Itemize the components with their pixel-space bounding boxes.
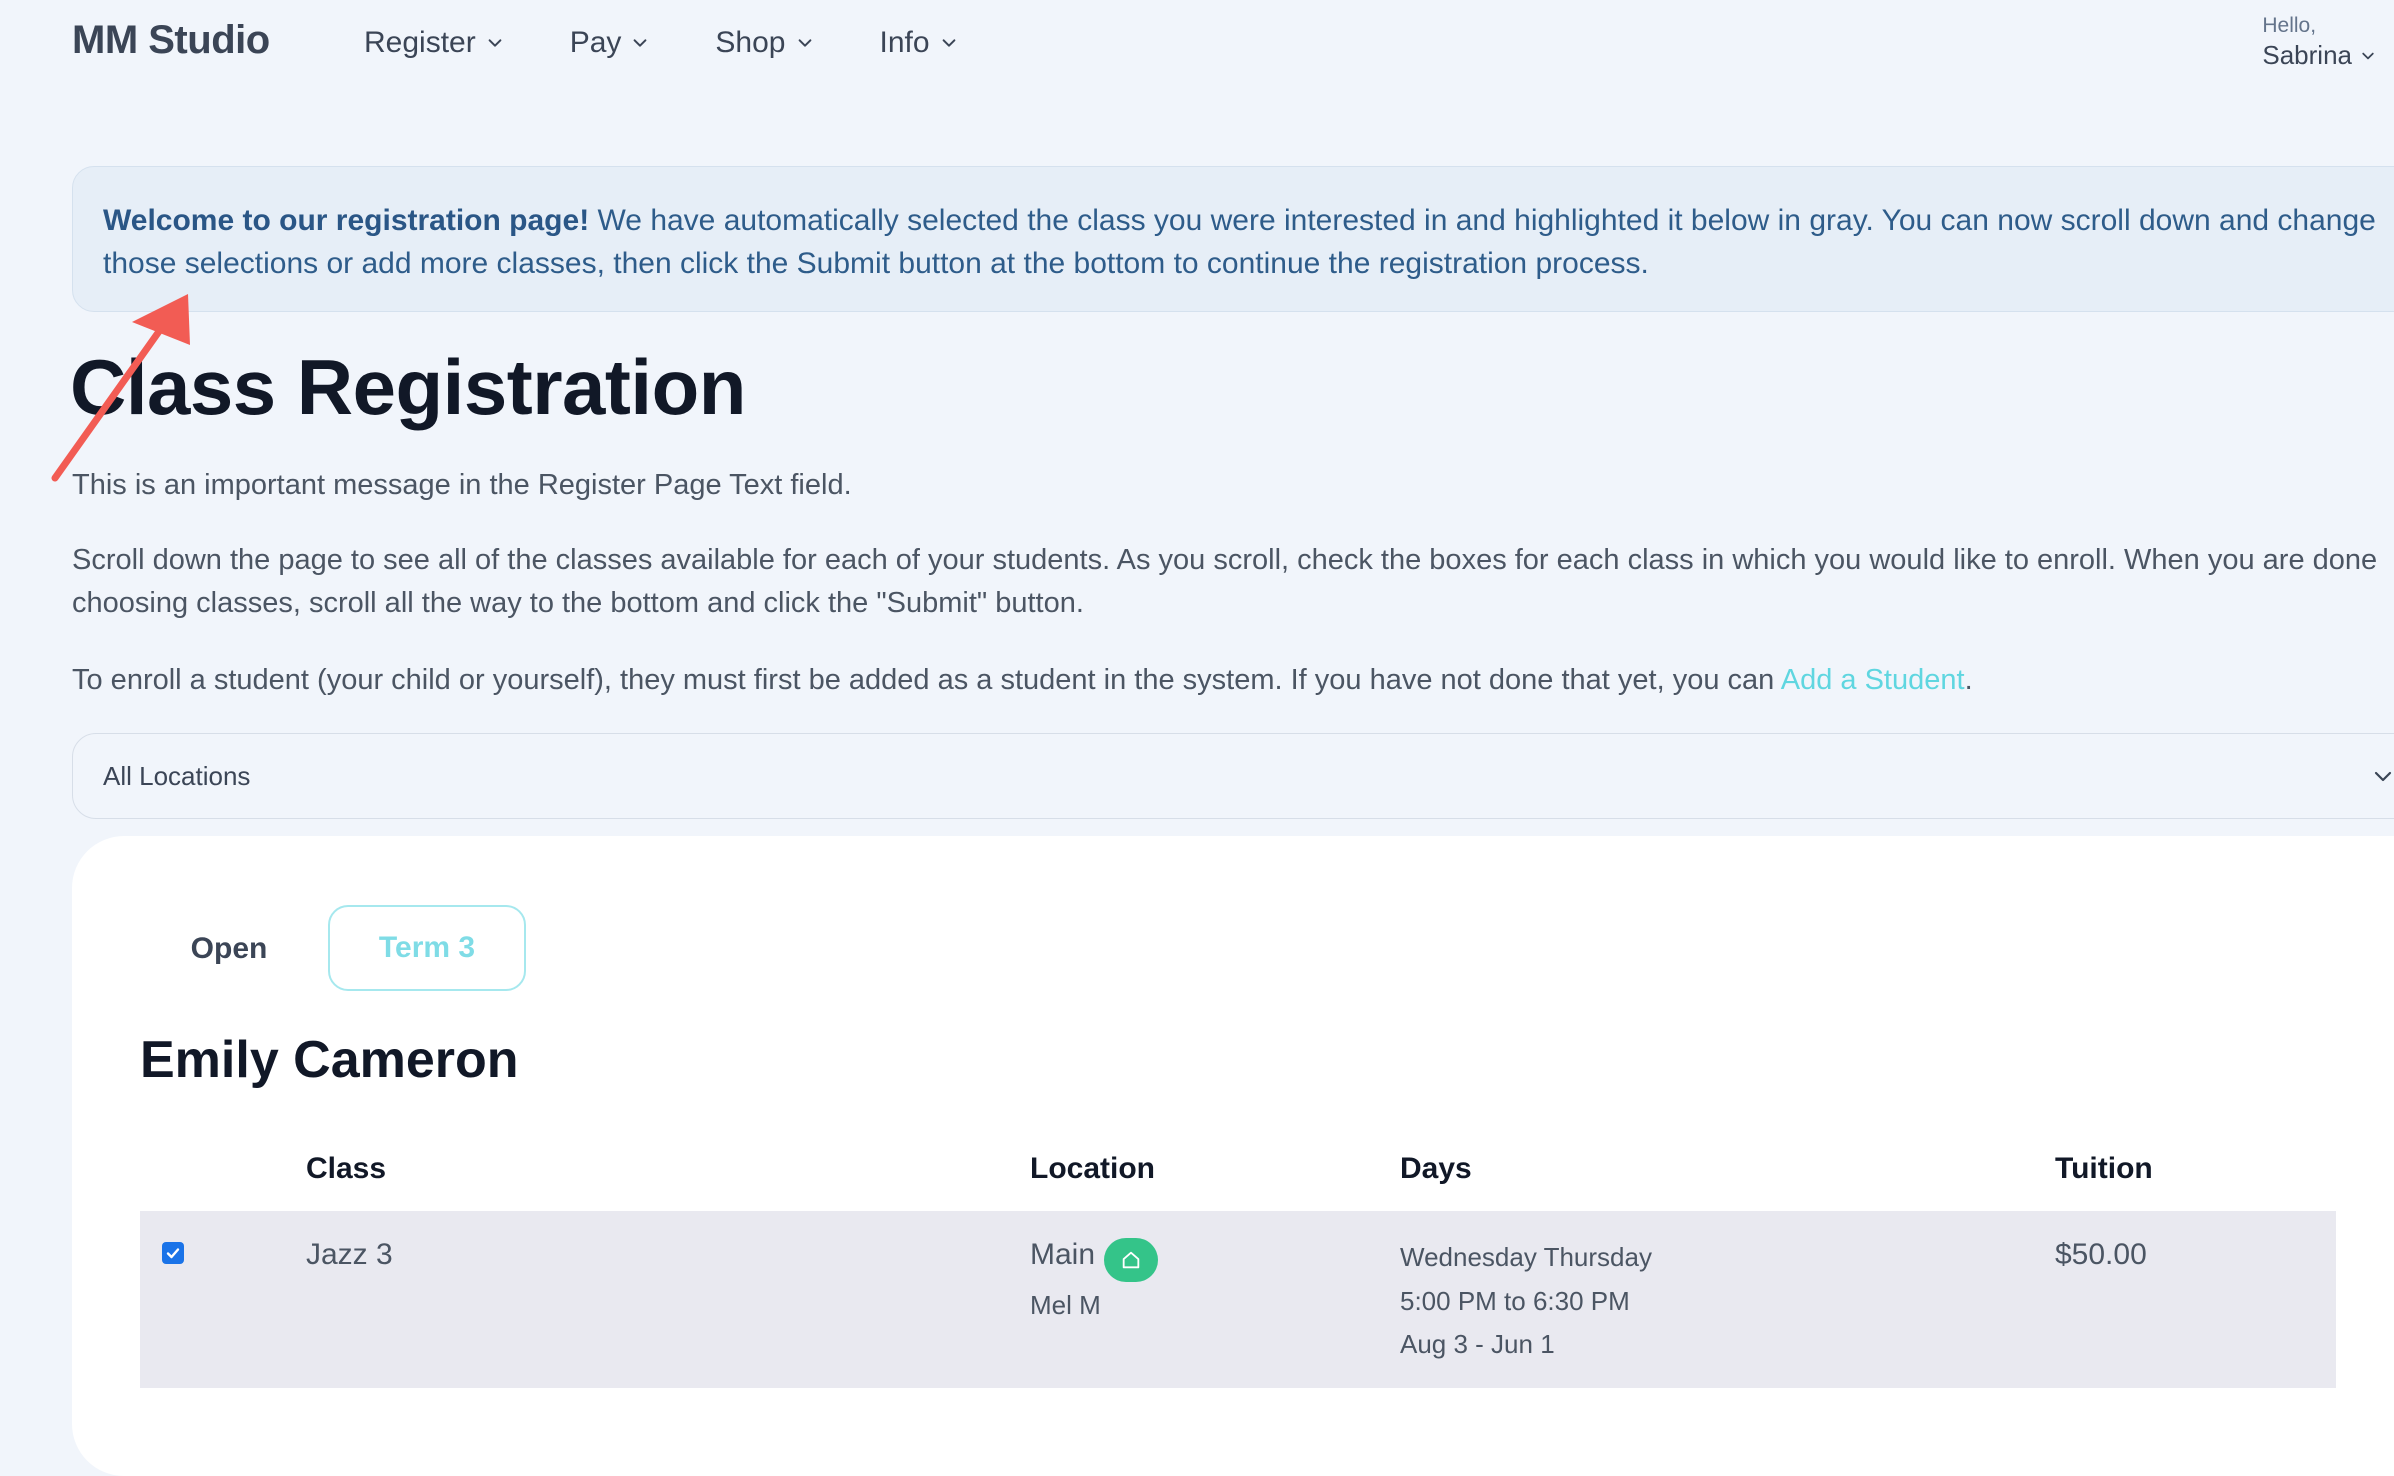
- checkmark-icon: [166, 1248, 180, 1259]
- chevron-down-icon: [2362, 52, 2374, 59]
- chevron-down-icon: [488, 39, 502, 47]
- enroll-text-block: To enroll a student (your child or yours…: [72, 659, 2394, 702]
- alert-heading: Welcome to our registration page!: [103, 204, 590, 237]
- student-name: Emily Cameron: [140, 1031, 519, 1089]
- nav-pay-label: Pay: [569, 26, 622, 59]
- nav-info-label: Info: [879, 26, 930, 59]
- instructor-name: Mel M: [1030, 1290, 1101, 1320]
- enroll-text-end: .: [1964, 664, 1973, 696]
- class-name: Jazz 3: [306, 1238, 393, 1271]
- location-name: Main: [1030, 1238, 1096, 1271]
- chevron-down-icon: [798, 39, 811, 47]
- welcome-alert: Welcome to our registration page! We hav…: [72, 166, 2394, 312]
- chevron-down-icon: [634, 39, 647, 47]
- class-select-checkbox[interactable]: [162, 1242, 184, 1264]
- enroll-text: To enroll a student (your child or yours…: [72, 664, 1781, 696]
- column-header-class: Class: [306, 1152, 387, 1185]
- user-name-row[interactable]: Sabrina: [2262, 40, 2376, 71]
- chevron-down-icon: [2374, 771, 2392, 782]
- location-select-value: All Locations: [103, 760, 251, 791]
- column-header-tuition: Tuition: [2055, 1152, 2153, 1185]
- column-header-location: Location: [1030, 1152, 1155, 1185]
- home-icon: [1122, 1251, 1140, 1269]
- nav-register[interactable]: Register: [364, 26, 504, 60]
- page-title: Class Registration: [70, 343, 746, 431]
- tab-open[interactable]: Open: [118, 906, 340, 992]
- nav-register-label: Register: [364, 26, 476, 59]
- class-tuition: $50.00: [2055, 1238, 2147, 1271]
- tab-term-3[interactable]: Term 3: [328, 905, 526, 991]
- instructions-text: Scroll down the page to see all of the c…: [72, 544, 2378, 619]
- brand-logo[interactable]: MM Studio: [72, 18, 270, 63]
- user-greeting: Hello,: [2262, 14, 2317, 37]
- register-message: This is an important message in the Regi…: [72, 469, 852, 501]
- class-days: Wednesday Thursday: [1400, 1242, 1652, 1272]
- nav-shop[interactable]: Shop: [715, 26, 813, 60]
- class-time: 5:00 PM to 6:30 PM: [1400, 1286, 1630, 1316]
- nav-shop-label: Shop: [715, 26, 786, 59]
- user-name: Sabrina: [2262, 40, 2352, 70]
- user-menu[interactable]: Hello, Sabrina: [2262, 14, 2376, 71]
- table-row: [140, 1211, 2336, 1388]
- main-nav: Register Pay Shop Info: [364, 26, 1024, 60]
- location-select[interactable]: All Locations: [72, 733, 2394, 819]
- column-header-days: Days: [1400, 1152, 1472, 1185]
- add-student-link[interactable]: Add a Student: [1781, 664, 1965, 696]
- chevron-down-icon: [942, 39, 955, 47]
- nav-pay[interactable]: Pay: [570, 26, 650, 60]
- main-location-badge: [1104, 1238, 1158, 1282]
- class-dates: Aug 3 - Jun 1: [1400, 1329, 1555, 1359]
- nav-info[interactable]: Info: [880, 26, 958, 60]
